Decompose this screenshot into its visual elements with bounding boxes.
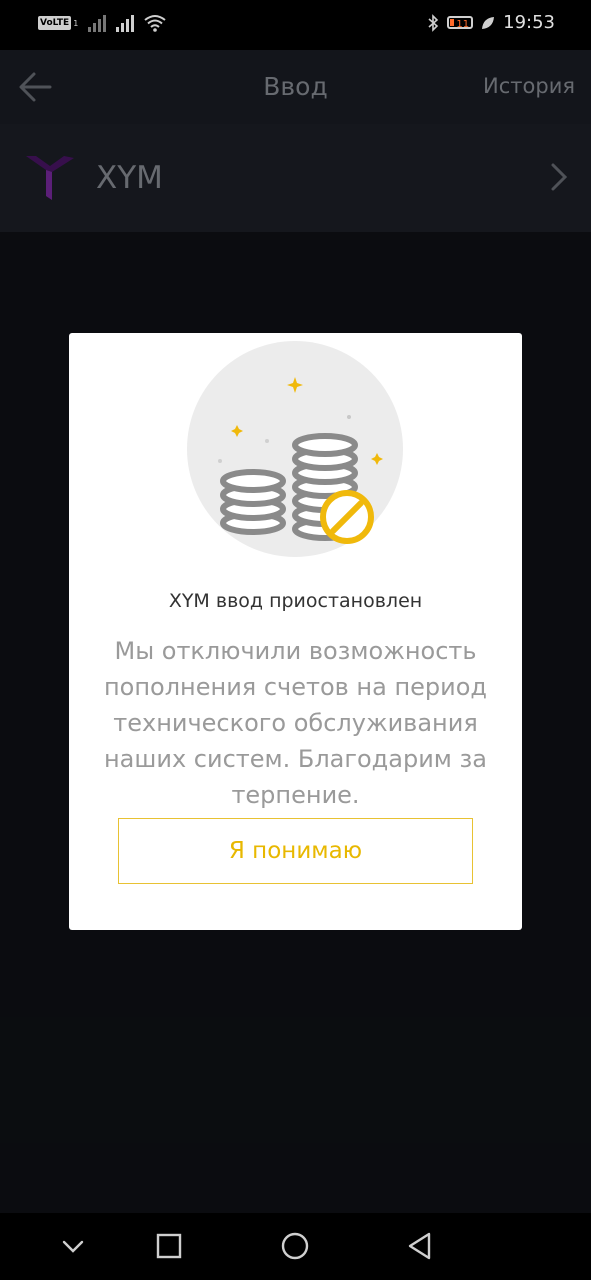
- status-bar: VoLTE 1 11 19:53: [0, 0, 591, 50]
- back-triangle-icon[interactable]: [405, 1231, 435, 1261]
- suspended-dialog: XYM ввод приостановлен Мы отключили возм…: [69, 333, 522, 930]
- dialog-message: Мы отключили возможность пополнения счет…: [103, 637, 488, 809]
- volte-sim-label: 1: [73, 18, 79, 28]
- signal-icon: [116, 14, 135, 32]
- wifi-icon: [144, 15, 166, 32]
- recent-apps-square-icon[interactable]: [154, 1231, 184, 1261]
- bluetooth-icon: [428, 13, 439, 32]
- dialog-title: XYM ввод приостановлен: [168, 590, 423, 612]
- status-left: VoLTE 1: [38, 14, 166, 32]
- chevron-down-icon[interactable]: [58, 1231, 88, 1261]
- system-nav-bar: [0, 1213, 591, 1280]
- battery-icon: 11: [447, 16, 474, 30]
- status-right: 11 19:53: [427, 12, 555, 33]
- understand-button[interactable]: Я понимаю: [118, 818, 473, 884]
- leaf-icon: [482, 16, 495, 29]
- home-circle-icon[interactable]: [280, 1231, 310, 1261]
- signal-icon: [88, 14, 107, 32]
- clock: 19:53: [503, 12, 555, 33]
- battery-level: 11: [456, 19, 470, 30]
- coins-suspended-illustration: [187, 341, 403, 557]
- volte-icon: VoLTE: [38, 16, 72, 30]
